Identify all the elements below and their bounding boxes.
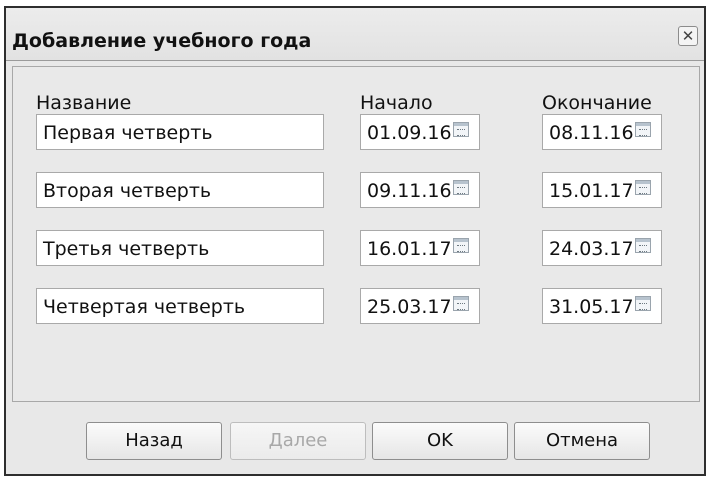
column-header-name: Название <box>36 92 132 114</box>
quarter-2-end-date[interactable]: 15.01.17 <box>542 172 662 208</box>
close-icon[interactable]: ✕ <box>678 26 698 46</box>
quarter-1-name-input[interactable]: Первая четверть <box>36 114 324 150</box>
next-button[interactable]: Далее <box>230 422 366 460</box>
calendar-icon[interactable] <box>453 122 469 137</box>
dialog-titlebar[interactable]: Добавление учебного года ✕ <box>6 8 704 61</box>
quarter-3-start-value: 16.01.17 <box>367 238 452 260</box>
quarter-2-start-date[interactable]: 09.11.16 <box>360 172 480 208</box>
dialog-footer: Назад Далее OK Отмена <box>6 406 704 474</box>
quarter-4-start-value: 25.03.17 <box>367 296 452 318</box>
quarter-4-end-date[interactable]: 31.05.17 <box>542 288 662 324</box>
column-header-start: Начало <box>360 92 433 114</box>
quarter-4-name-input[interactable]: Четвертая четверть <box>36 288 324 324</box>
quarter-4-start-date[interactable]: 25.03.17 <box>360 288 480 324</box>
quarter-1-end-date[interactable]: 08.11.16 <box>542 114 662 150</box>
quarter-1-start-date[interactable]: 01.09.16 <box>360 114 480 150</box>
quarter-1-start-value: 01.09.16 <box>367 122 452 144</box>
quarter-2-start-value: 09.11.16 <box>367 180 452 202</box>
calendar-icon[interactable] <box>635 296 651 311</box>
add-school-year-dialog: Добавление учебного года ✕ Название Нача… <box>4 6 706 476</box>
back-button[interactable]: Назад <box>86 422 222 460</box>
quarter-2-end-value: 15.01.17 <box>549 180 634 202</box>
quarter-3-end-value: 24.03.17 <box>549 238 634 260</box>
quarter-4-end-value: 31.05.17 <box>549 296 634 318</box>
ok-button[interactable]: OK <box>372 422 508 460</box>
calendar-icon[interactable] <box>453 238 469 253</box>
dialog-title: Добавление учебного года <box>12 30 312 52</box>
quarter-3-name-input[interactable]: Третья четверть <box>36 230 324 266</box>
column-header-end: Окончание <box>542 92 652 114</box>
calendar-icon[interactable] <box>635 122 651 137</box>
calendar-icon[interactable] <box>635 180 651 195</box>
calendar-icon[interactable] <box>635 238 651 253</box>
quarter-1-end-value: 08.11.16 <box>549 122 634 144</box>
quarter-2-name-input[interactable]: Вторая четверть <box>36 172 324 208</box>
cancel-button[interactable]: Отмена <box>514 422 650 460</box>
quarter-3-start-date[interactable]: 16.01.17 <box>360 230 480 266</box>
calendar-icon[interactable] <box>453 180 469 195</box>
quarter-3-end-date[interactable]: 24.03.17 <box>542 230 662 266</box>
calendar-icon[interactable] <box>453 296 469 311</box>
